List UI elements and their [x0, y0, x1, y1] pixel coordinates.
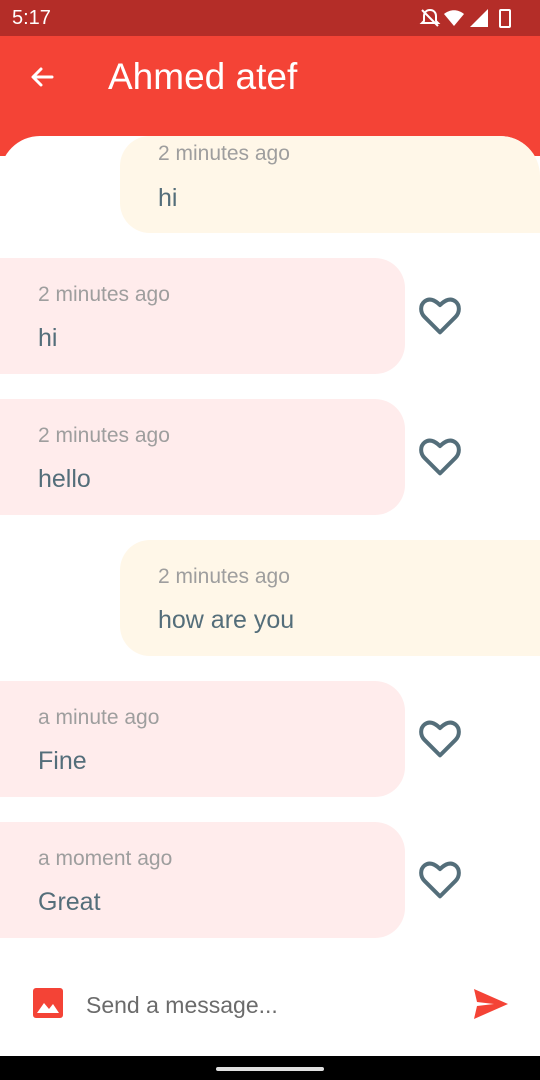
battery-icon [499, 9, 511, 28]
send-icon[interactable] [472, 987, 510, 1021]
heart-icon[interactable] [418, 860, 462, 900]
heart-icon[interactable] [418, 437, 462, 477]
message-list[interactable]: 2 minutes ago hi 2 minutes ago hi 2 minu… [0, 136, 540, 956]
message-text: hi [158, 184, 178, 212]
signal-icon [470, 9, 488, 27]
message-timestamp: 2 minutes ago [158, 142, 290, 165]
heart-icon[interactable] [418, 296, 462, 336]
message-received: 2 minutes ago hi [0, 258, 405, 374]
message-text: hi [38, 324, 58, 352]
status-bar: 5:17 [0, 0, 540, 36]
message-received: a minute ago Fine [0, 681, 405, 797]
message-input[interactable] [84, 984, 448, 1026]
message-timestamp: 2 minutes ago [38, 283, 170, 306]
navigation-bar [0, 1056, 540, 1080]
message-timestamp: a moment ago [38, 847, 173, 870]
message-text: Great [38, 888, 101, 916]
message-received: 2 minutes ago hello [0, 399, 405, 515]
message-composer [0, 956, 540, 1056]
heart-icon[interactable] [418, 719, 462, 759]
message-timestamp: a minute ago [38, 706, 160, 729]
status-time: 5:17 [12, 7, 51, 29]
message-text: Fine [38, 747, 87, 775]
arrow-back-icon[interactable] [24, 60, 60, 96]
message-sent: 2 minutes ago hi [120, 136, 540, 233]
message-received: a moment ago Great [0, 822, 405, 938]
message-text: hello [38, 465, 91, 493]
message-timestamp: 2 minutes ago [158, 565, 290, 588]
status-icons [419, 8, 511, 28]
message-text: how are you [158, 606, 295, 634]
message-sent: 2 minutes ago how are you [120, 540, 540, 656]
home-handle[interactable] [216, 1067, 324, 1071]
wifi-icon [444, 10, 464, 26]
page-title: Ahmed atef [108, 56, 298, 97]
image-icon[interactable] [33, 988, 63, 1018]
do-not-disturb-icon [419, 8, 441, 27]
message-timestamp: 2 minutes ago [38, 424, 170, 447]
